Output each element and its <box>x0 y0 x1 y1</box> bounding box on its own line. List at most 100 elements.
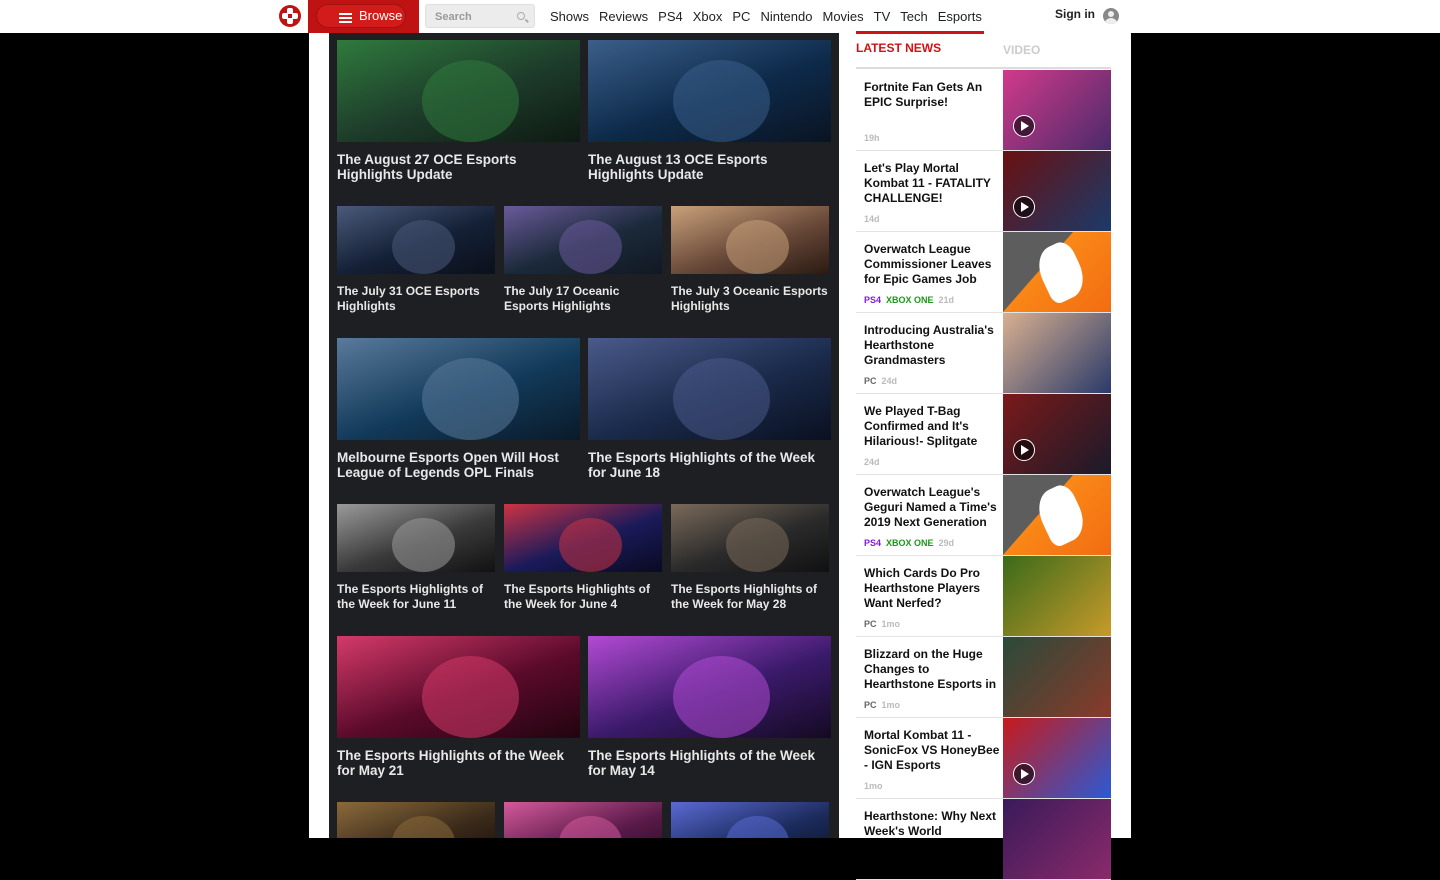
news-item-title[interactable]: Let's Play Mortal Kombat 11 - FATALITY C… <box>864 161 1000 207</box>
article-title[interactable]: The Esports Highlights of the Week for M… <box>588 748 831 778</box>
article-card[interactable] <box>337 802 495 838</box>
news-item-thumbnail[interactable] <box>1003 313 1111 393</box>
tab-latest-news[interactable]: LATEST NEWS <box>856 41 941 55</box>
nav-xbox[interactable]: Xbox <box>693 0 733 33</box>
nav-nintendo[interactable]: Nintendo <box>760 0 822 33</box>
article-thumbnail[interactable] <box>337 40 580 142</box>
article-card[interactable]: The July 3 Oceanic Esports Highlights <box>671 206 829 324</box>
nav-pc[interactable]: PC <box>732 0 760 33</box>
news-item[interactable]: Fortnite Fan Gets An EPIC Surprise! 19h <box>856 70 1111 151</box>
article-card[interactable]: The Esports Highlights of the Week for M… <box>671 504 829 622</box>
news-item-title[interactable]: Mortal Kombat 11 - SonicFox VS HoneyBee … <box>864 728 1000 774</box>
article-thumbnail[interactable] <box>504 802 662 838</box>
news-item[interactable]: Which Cards Do Pro Hearthstone Players W… <box>856 556 1111 637</box>
article-thumbnail[interactable] <box>337 504 495 572</box>
platform-tag[interactable]: PC <box>864 376 877 386</box>
news-item-thumbnail[interactable] <box>1003 232 1111 312</box>
nav-reviews[interactable]: Reviews <box>599 0 658 33</box>
article-card[interactable]: The July 17 Oceanic Esports Highlights <box>504 206 662 324</box>
article-thumbnail[interactable] <box>337 636 580 738</box>
news-item[interactable]: Introducing Australia's Hearthstone Gran… <box>856 313 1111 394</box>
article-card[interactable]: The Esports Highlights of the Week for M… <box>337 636 580 788</box>
news-item-thumbnail[interactable] <box>1003 475 1111 555</box>
article-thumbnail[interactable] <box>588 40 831 142</box>
sign-in-link[interactable]: Sign in <box>1055 0 1095 33</box>
news-item-thumbnail[interactable] <box>1003 637 1111 717</box>
platform-tag[interactable]: XBOX ONE <box>886 295 934 305</box>
news-item[interactable]: Hearthstone: Why Next Week's World <box>856 799 1111 880</box>
news-item-title[interactable]: Introducing Australia's Hearthstone Gran… <box>864 323 1000 369</box>
platform-tag[interactable]: XBOX ONE <box>886 538 934 548</box>
article-card[interactable]: The Esports Highlights of the Week for J… <box>337 504 495 622</box>
nav-tv[interactable]: TV <box>874 0 901 33</box>
platform-tag[interactable]: PC <box>864 619 877 629</box>
platform-tag[interactable]: PS4 <box>864 295 881 305</box>
article-card[interactable]: The Esports Highlights of the Week for J… <box>504 504 662 622</box>
article-title[interactable]: The Esports Highlights of the Week for M… <box>671 582 829 612</box>
news-item[interactable]: Blizzard on the Huge Changes to Hearthst… <box>856 637 1111 718</box>
article-card[interactable] <box>504 802 662 838</box>
article-card[interactable]: The August 13 OCE Esports Highlights Upd… <box>588 40 831 192</box>
news-item-title[interactable]: Which Cards Do Pro Hearthstone Players W… <box>864 566 1000 612</box>
news-item-title[interactable]: Overwatch League Commissioner Leaves for… <box>864 242 1000 288</box>
news-item-thumbnail[interactable] <box>1003 151 1111 231</box>
article-title[interactable]: The August 13 OCE Esports Highlights Upd… <box>588 152 831 182</box>
news-item-thumbnail[interactable] <box>1003 556 1111 636</box>
news-item-thumbnail[interactable] <box>1003 394 1111 474</box>
article-thumbnail[interactable] <box>337 206 495 274</box>
article-thumbnail[interactable] <box>337 338 580 440</box>
news-item[interactable]: Overwatch League's Geguri Named a Time's… <box>856 475 1111 556</box>
article-title[interactable]: The July 31 OCE Esports Highlights <box>337 284 495 314</box>
play-icon[interactable] <box>1013 763 1035 785</box>
news-item[interactable]: Mortal Kombat 11 - SonicFox VS HoneyBee … <box>856 718 1111 799</box>
ign-logo-icon[interactable] <box>279 5 301 27</box>
news-item[interactable]: Overwatch League Commissioner Leaves for… <box>856 232 1111 313</box>
article-title[interactable]: The Esports Highlights of the Week for J… <box>337 582 495 612</box>
news-item-title[interactable]: Hearthstone: Why Next Week's World <box>864 809 1000 855</box>
article-card[interactable]: The Esports Highlights of the Week for M… <box>588 636 831 788</box>
article-title[interactable]: The Esports Highlights of the Week for J… <box>588 450 831 480</box>
article-card[interactable] <box>671 802 829 838</box>
news-item-title[interactable]: We Played T-Bag Confirmed and It's Hilar… <box>864 404 1000 450</box>
platform-tag[interactable]: PS4 <box>864 538 881 548</box>
news-item-title[interactable]: Overwatch League's Geguri Named a Time's… <box>864 485 1000 531</box>
news-item-title[interactable]: Fortnite Fan Gets An EPIC Surprise! <box>864 80 1000 126</box>
article-card[interactable]: The Esports Highlights of the Week for J… <box>588 338 831 490</box>
article-thumbnail[interactable] <box>588 338 831 440</box>
platform-tag[interactable]: PC <box>864 700 877 710</box>
play-icon[interactable] <box>1013 115 1035 137</box>
article-thumbnail[interactable] <box>504 504 662 572</box>
article-card[interactable]: Melbourne Esports Open Will Host League … <box>337 338 580 490</box>
news-item[interactable]: Let's Play Mortal Kombat 11 - FATALITY C… <box>856 151 1111 232</box>
search-input[interactable]: Search <box>425 4 535 28</box>
news-item-thumbnail[interactable] <box>1003 718 1111 798</box>
nav-esports[interactable]: Esports <box>938 0 992 33</box>
browse-button[interactable]: Browse <box>316 4 406 28</box>
news-item-thumbnail[interactable] <box>1003 70 1111 150</box>
nav-movies[interactable]: Movies <box>822 0 873 33</box>
article-title[interactable]: The July 17 Oceanic Esports Highlights <box>504 284 662 314</box>
search-icon[interactable] <box>517 12 525 20</box>
news-item[interactable]: We Played T-Bag Confirmed and It's Hilar… <box>856 394 1111 475</box>
user-avatar-icon[interactable] <box>1103 8 1119 24</box>
nav-ps4[interactable]: PS4 <box>658 0 693 33</box>
article-title[interactable]: Melbourne Esports Open Will Host League … <box>337 450 580 480</box>
news-item-title[interactable]: Blizzard on the Huge Changes to Hearthst… <box>864 647 1000 693</box>
article-title[interactable]: The August 27 OCE Esports Highlights Upd… <box>337 152 580 182</box>
article-title[interactable]: The Esports Highlights of the Week for M… <box>337 748 580 778</box>
article-thumbnail[interactable] <box>588 636 831 738</box>
play-icon[interactable] <box>1013 196 1035 218</box>
article-thumbnail[interactable] <box>337 802 495 838</box>
nav-shows[interactable]: Shows <box>550 0 599 33</box>
article-thumbnail[interactable] <box>671 504 829 572</box>
article-card[interactable]: The August 27 OCE Esports Highlights Upd… <box>337 40 580 192</box>
tab-video[interactable]: VIDEO <box>1003 43 1040 57</box>
play-icon[interactable] <box>1013 439 1035 461</box>
article-title[interactable]: The July 3 Oceanic Esports Highlights <box>671 284 829 314</box>
article-card[interactable]: The July 31 OCE Esports Highlights <box>337 206 495 324</box>
article-thumbnail[interactable] <box>671 206 829 274</box>
article-thumbnail[interactable] <box>671 802 829 838</box>
news-item-thumbnail[interactable] <box>1003 799 1111 879</box>
article-title[interactable]: The Esports Highlights of the Week for J… <box>504 582 662 612</box>
article-thumbnail[interactable] <box>504 206 662 274</box>
